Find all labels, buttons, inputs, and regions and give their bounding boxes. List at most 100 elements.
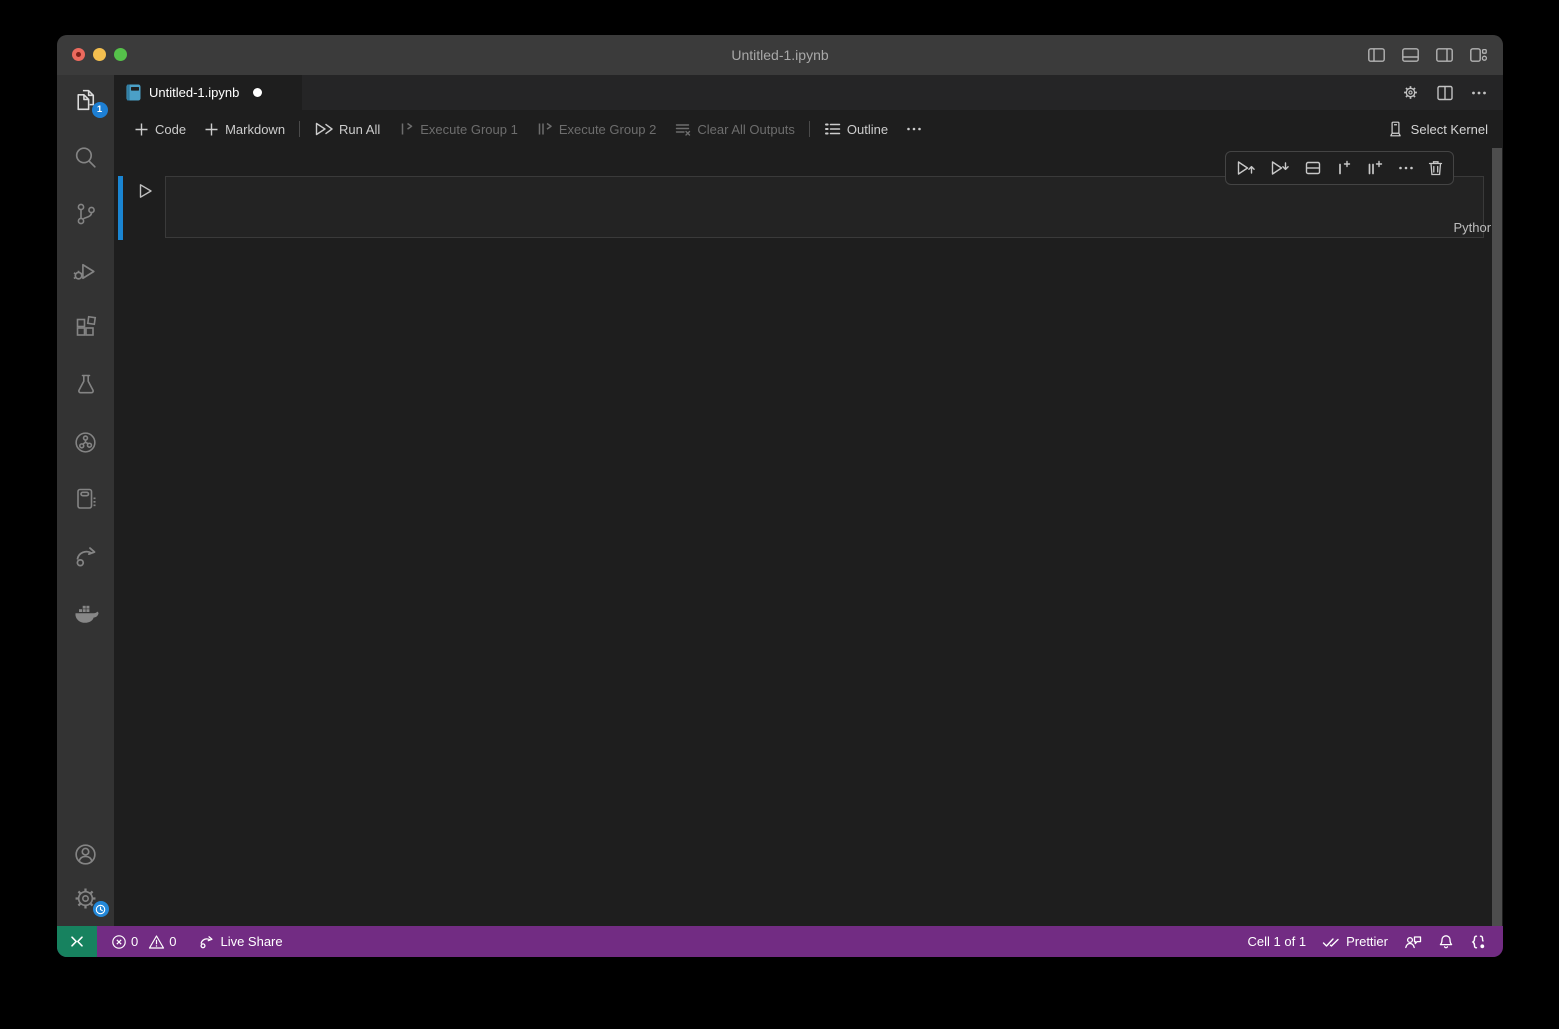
cell-code-editor[interactable] <box>165 176 1484 238</box>
tab-label: Untitled-1.ipynb <box>149 85 239 100</box>
toolbar-more-button[interactable] <box>897 116 931 142</box>
cell-language-picker[interactable]: Python <box>1454 220 1494 235</box>
insert-group-1-marker-icon[interactable] <box>1335 159 1352 177</box>
sidebar-item-explorer[interactable]: 1 <box>70 87 102 113</box>
more-actions-icon[interactable] <box>1471 85 1487 101</box>
plus-icon <box>204 122 219 137</box>
run-cell-button[interactable] <box>135 181 155 201</box>
select-kernel-button[interactable]: Select Kernel <box>1387 120 1488 138</box>
insert-group-2-marker-icon[interactable] <box>1365 159 1384 177</box>
accounts-button[interactable] <box>70 841 102 867</box>
live-share-label: Live Share <box>220 934 282 949</box>
braces-icon <box>1470 934 1487 950</box>
cell-position-status[interactable]: Cell 1 of 1 <box>1240 934 1315 949</box>
editor-actions <box>1402 75 1503 110</box>
warning-count: 0 <box>169 934 176 949</box>
desktop: Untitled-1.ipynb <box>0 0 1559 1029</box>
sidebar-item-source-control[interactable] <box>70 201 102 227</box>
select-kernel-label: Select Kernel <box>1411 122 1488 137</box>
problems-status[interactable]: 0 0 <box>103 934 190 950</box>
tab-untitled-notebook[interactable]: Untitled-1.ipynb <box>114 75 302 110</box>
add-markdown-cell-button[interactable]: Markdown <box>195 116 294 142</box>
sidebar-item-git-graph[interactable] <box>70 429 102 455</box>
sidebar-item-live-share[interactable] <box>70 543 102 569</box>
ellipsis-icon <box>906 121 922 137</box>
run-all-icon <box>314 121 333 137</box>
title-bar: Untitled-1.ipynb <box>57 35 1503 75</box>
sidebar-item-run-and-debug[interactable] <box>70 258 102 284</box>
live-share-icon <box>198 934 215 950</box>
execute-group-1-button[interactable]: Execute Group 1 <box>389 116 527 142</box>
sidebar-item-search[interactable] <box>70 144 102 170</box>
notebook-toolbar: Code Markdown Run All <box>114 110 1503 148</box>
settings-button[interactable] <box>70 885 102 911</box>
execute-group-1-label: Execute Group 1 <box>420 122 518 137</box>
execute-group-2-label: Execute Group 2 <box>559 122 657 137</box>
vscode-window: Untitled-1.ipynb <box>57 35 1503 957</box>
bell-icon <box>1438 934 1454 950</box>
execute-above-cells-icon[interactable] <box>1235 159 1256 177</box>
remote-indicator[interactable] <box>57 926 97 957</box>
run-all-button[interactable]: Run All <box>305 116 389 142</box>
activity-bar: 1 <box>57 75 114 926</box>
dirty-indicator[interactable] <box>253 88 262 97</box>
toggle-secondary-sidebar-icon[interactable] <box>1436 48 1453 62</box>
add-code-label: Code <box>155 122 186 137</box>
feedback-icon <box>1404 934 1422 950</box>
explorer-badge: 1 <box>92 102 108 118</box>
notifications-button[interactable] <box>1430 934 1462 950</box>
add-markdown-label: Markdown <box>225 122 285 137</box>
remote-icon <box>69 934 85 949</box>
errors-icon <box>111 934 127 950</box>
braces-tool-button[interactable] <box>1462 934 1495 950</box>
outline-label: Outline <box>847 122 888 137</box>
double-check-icon <box>1322 935 1341 949</box>
sidebar-item-testing[interactable] <box>70 372 102 398</box>
warnings-icon <box>148 934 165 950</box>
status-bar: 0 0 Live Share Cell 1 of 1 <box>57 926 1503 957</box>
outline-icon <box>824 121 841 137</box>
execute-group-2-button[interactable]: Execute Group 2 <box>527 116 666 142</box>
split-cell-icon[interactable] <box>1304 159 1322 177</box>
add-code-cell-button[interactable]: Code <box>125 116 195 142</box>
scrollbar-slider[interactable] <box>1492 148 1502 926</box>
execute-group-2-icon <box>536 121 553 137</box>
sidebar-item-notebooks[interactable] <box>70 486 102 512</box>
cell-more-actions-icon[interactable] <box>1398 160 1414 176</box>
outline-button[interactable]: Outline <box>815 116 897 142</box>
editor-group: Untitled-1.ipynb <box>114 75 1503 926</box>
window-title: Untitled-1.ipynb <box>57 35 1503 75</box>
customize-layout-icon[interactable] <box>1470 48 1487 62</box>
notebook-editor: Python <box>114 148 1503 926</box>
toggle-primary-sidebar-icon[interactable] <box>1368 48 1385 62</box>
error-count: 0 <box>131 934 138 949</box>
run-all-label: Run All <box>339 122 380 137</box>
prettier-label: Prettier <box>1346 934 1388 949</box>
layout-controls <box>1368 35 1487 75</box>
split-editor-icon[interactable] <box>1437 85 1453 101</box>
status-right: Cell 1 of 1 Prettier <box>1240 934 1495 950</box>
gear-icon[interactable] <box>1402 84 1419 101</box>
main-area: 1 <box>57 75 1503 926</box>
sidebar-item-extensions[interactable] <box>70 315 102 341</box>
settings-clock-badge <box>93 901 109 917</box>
clear-all-outputs-label: Clear All Outputs <box>697 122 795 137</box>
clear-all-outputs-icon <box>674 121 691 137</box>
play-icon <box>138 183 153 199</box>
status-left: 0 0 Live Share <box>103 934 291 950</box>
execute-cell-and-below-icon[interactable] <box>1269 159 1290 177</box>
feedback-button[interactable] <box>1396 934 1430 950</box>
ipynb-file-icon <box>126 84 141 101</box>
sidebar-item-docker[interactable] <box>70 600 102 626</box>
kernel-icon <box>1387 120 1404 138</box>
delete-cell-icon[interactable] <box>1427 159 1444 177</box>
live-share-status[interactable]: Live Share <box>190 934 290 950</box>
plus-icon <box>134 122 149 137</box>
code-cell: Python <box>114 176 1503 240</box>
prettier-status[interactable]: Prettier <box>1314 934 1396 949</box>
toggle-panel-icon[interactable] <box>1402 48 1419 62</box>
notebook-scrollbar[interactable] <box>1491 148 1503 926</box>
toolbar-separator <box>809 121 810 137</box>
clear-all-outputs-button[interactable]: Clear All Outputs <box>665 116 804 142</box>
execute-group-1-icon <box>398 121 414 137</box>
